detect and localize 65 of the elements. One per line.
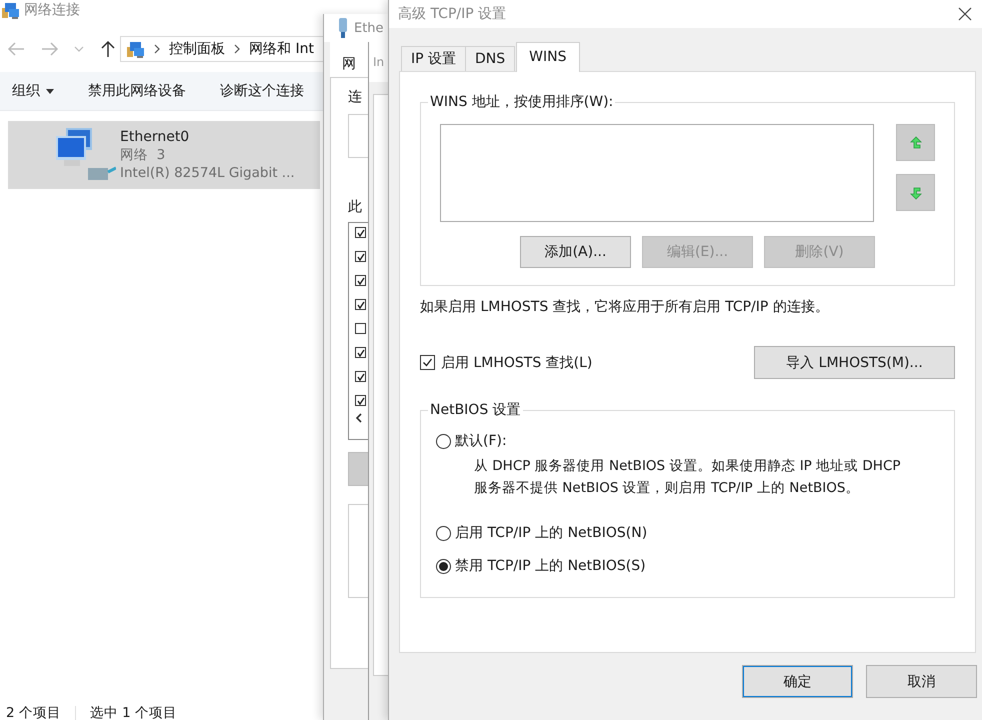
check-icon — [356, 252, 364, 260]
arrow-down-icon — [910, 186, 922, 200]
adapter-icon — [338, 18, 348, 38]
check-icon — [356, 396, 364, 404]
toolbar-button[interactable]: 诊断这个连接 — [208, 72, 316, 110]
info-text: 如果启用 LMHOSTS 查找，它将应用于所有启用 TCP/IP 的连接。 — [420, 298, 830, 316]
radio-label: 启用 TCP/IP 上的 NetBIOS(N) — [455, 524, 648, 542]
tab[interactable]: DNS — [465, 46, 516, 71]
chevron-right-icon — [153, 43, 161, 55]
field-label: 连 — [348, 88, 363, 106]
checkbox[interactable] — [355, 251, 366, 262]
close-icon — [958, 7, 972, 21]
adapter-name: Intel(R) 82574L Gigabit ... — [120, 165, 295, 181]
field-label: 此 — [348, 198, 363, 216]
window-title: Ethe — [354, 20, 384, 36]
window-title: 网络连接 — [24, 1, 80, 19]
check-icon — [356, 372, 364, 380]
dialog-button[interactable]: 确定 — [742, 665, 853, 698]
network-name: 网络 3 — [120, 146, 166, 164]
checkbox[interactable] — [355, 227, 366, 238]
chevron-down-icon — [74, 46, 84, 52]
group-label: WINS 地址，按使用排序(W): — [428, 93, 616, 111]
window-title: 高级 TCP/IP 设置 — [398, 5, 506, 23]
tab[interactable]: 网 — [330, 42, 369, 77]
checkbox[interactable] — [355, 323, 366, 334]
radio-button[interactable] — [436, 434, 451, 448]
network-connection-item[interactable]: Ethernet0 网络 3 Intel(R) 82574L Gigabit ... — [8, 121, 320, 189]
checkbox[interactable] — [355, 347, 366, 358]
button[interactable]: 添加(A)... — [520, 236, 631, 268]
radio-button[interactable] — [436, 558, 451, 574]
checkbox-label: 启用 LMHOSTS 查找(L) — [441, 354, 592, 372]
checkbox[interactable] — [355, 395, 366, 406]
check-icon — [422, 357, 433, 368]
network-folder-icon — [0, 0, 20, 20]
status-text: 2 个项目 — [6, 706, 62, 720]
checkbox[interactable] — [355, 299, 366, 310]
check-icon — [356, 276, 364, 284]
check-icon — [356, 228, 364, 236]
chevron-right-icon — [233, 43, 241, 55]
control-panel-icon — [125, 39, 145, 59]
breadcrumb-item[interactable]: 网络和 Int — [249, 40, 314, 58]
toolbar-button[interactable]: 组织 — [0, 72, 66, 110]
option-description: 从 DHCP 服务器使用 NetBIOS 设置。如果使用静态 IP 地址或 DHCP 服务器不提供 NetBIOS 设置，则启用 TCP/IP 上的 NetBIOS。 — [474, 457, 902, 498]
import-button[interactable]: 导入 LMHOSTS(M)... — [754, 346, 955, 379]
radio-label: 禁用 TCP/IP 上的 NetBIOS(S) — [455, 557, 646, 575]
checkbox[interactable] — [355, 371, 366, 382]
toolbar-button[interactable]: 禁用此网络设备 — [76, 72, 198, 110]
window-title: In — [369, 42, 389, 82]
dialog-button[interactable]: 取消 — [866, 665, 977, 698]
check-icon — [356, 300, 364, 308]
connection-name: Ethernet0 — [120, 129, 190, 145]
status-text: 选中 1 个项目 — [74, 706, 192, 720]
radio-label: 默认(F): — [455, 432, 507, 450]
scroll-left-icon — [355, 413, 363, 423]
address-bar[interactable]: 控制面板 网络和 Int — [120, 36, 323, 62]
check-icon — [356, 348, 364, 356]
radio-button[interactable] — [436, 526, 451, 540]
tab[interactable]: IP 设置 — [401, 46, 466, 71]
checkbox[interactable] — [420, 355, 435, 370]
breadcrumb-item[interactable]: 控制面板 — [169, 40, 225, 58]
tab[interactable]: WINS — [516, 42, 580, 72]
arrow-up-icon — [910, 136, 922, 150]
caret-icon — [46, 88, 54, 94]
group-label: NetBIOS 设置 — [428, 401, 523, 419]
checkbox[interactable] — [355, 275, 366, 286]
